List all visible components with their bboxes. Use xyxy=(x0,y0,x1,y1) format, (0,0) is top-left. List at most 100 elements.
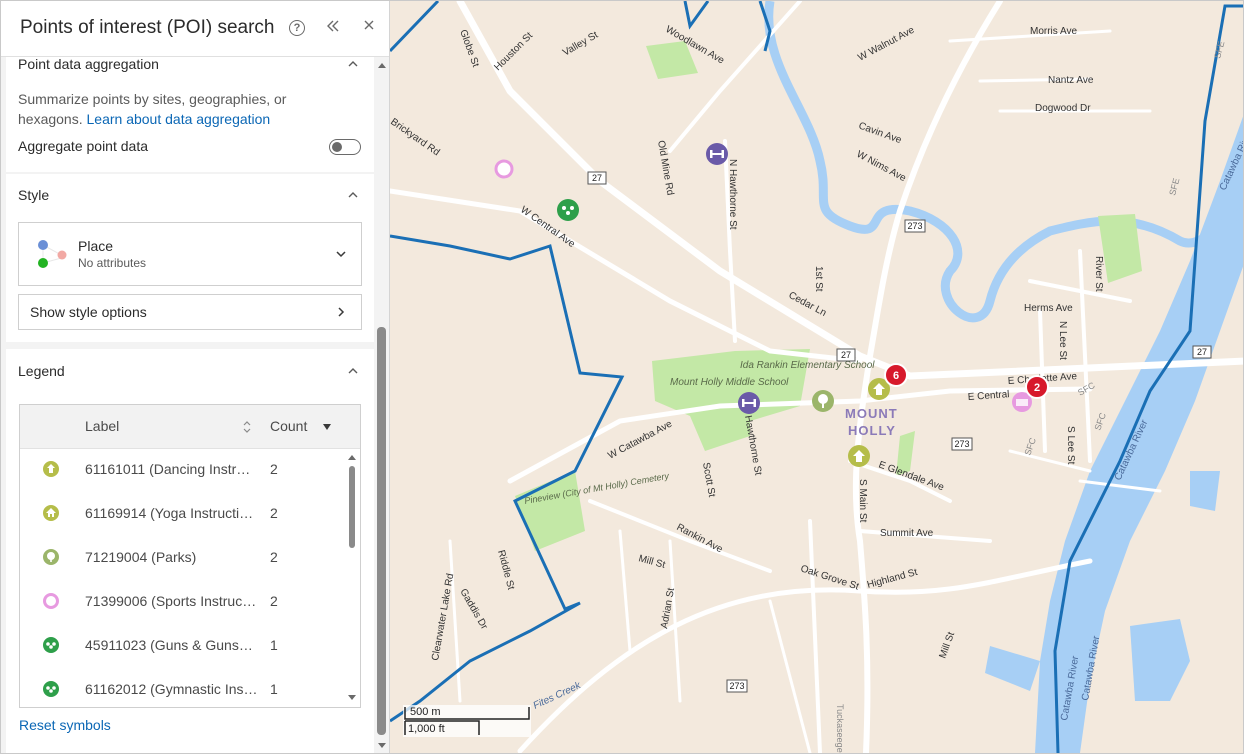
help-icon[interactable]: ? xyxy=(287,18,307,38)
tree-icon[interactable] xyxy=(812,390,834,412)
rail-label: SFC xyxy=(1092,411,1108,432)
sort-icon[interactable] xyxy=(242,420,252,434)
learn-aggregation-link[interactable]: Learn about data aggregation xyxy=(87,111,271,127)
rail-label: SFE xyxy=(1167,177,1181,197)
boundary-line xyxy=(390,234,625,723)
route-shield: 27 xyxy=(1197,347,1207,357)
scale-bar: 500 m 1,000 ft xyxy=(403,705,531,737)
basemap[interactable]: Globe St Houston St Valley St Woodlawn A… xyxy=(390,1,1244,753)
street-label: W Nims Ave xyxy=(855,149,908,184)
cluster-count: 2 xyxy=(1034,382,1040,394)
close-icon[interactable] xyxy=(359,18,379,38)
panel-title: Points of interest (POI) search xyxy=(20,17,275,38)
show-style-options-button[interactable]: Show style options xyxy=(18,294,362,330)
route-shield: 273 xyxy=(954,439,969,449)
ring-icon xyxy=(43,593,59,609)
legend-row[interactable]: 61162012 (Gymnastic Ins… 1 xyxy=(20,668,350,707)
aggregate-toggle-label: Aggregate point data xyxy=(18,138,148,154)
street-label: W Walnut Ave xyxy=(856,25,917,64)
route-shield: 27 xyxy=(841,350,851,360)
gym-icon[interactable] xyxy=(738,392,760,414)
street-label: Valley St xyxy=(561,30,600,59)
street-label: Mill St xyxy=(637,553,666,571)
street-label: Morris Ave xyxy=(1030,26,1077,37)
street-label: River St xyxy=(1093,256,1104,292)
map-view[interactable]: Globe St Houston St Valley St Woodlawn A… xyxy=(390,1,1244,753)
count-column-header[interactable]: Count xyxy=(270,418,307,434)
rail-label: SFC xyxy=(1022,436,1038,457)
style-section: Style Place No attributes Show style opt… xyxy=(6,174,374,342)
app-window: Points of interest (POI) search ? Point … xyxy=(0,0,1244,754)
place-label: Ida Rankin Elementary School xyxy=(740,360,875,371)
point-style-swatch-icon xyxy=(29,235,69,273)
ring-icon[interactable] xyxy=(494,159,514,179)
legend-scroll-thumb[interactable] xyxy=(349,466,355,548)
panel-scrollbar[interactable] xyxy=(376,57,388,753)
panel-header: Points of interest (POI) search ? xyxy=(1,1,389,57)
street-label: S Lee St xyxy=(1065,426,1076,465)
chevron-up-icon[interactable] xyxy=(347,365,359,377)
reset-symbols-link[interactable]: Reset symbols xyxy=(19,717,111,733)
dance-icon xyxy=(43,461,59,477)
legend-row-count: 2 xyxy=(270,593,278,609)
legend-row-label: 61161011 (Dancing Instr… xyxy=(85,461,251,477)
legend-row-count: 2 xyxy=(270,549,278,565)
aggregation-section-title: Point data aggregation xyxy=(18,57,159,72)
legend-row[interactable]: 61169914 (Yoga Instructi… 2 xyxy=(20,492,350,536)
town-label: HOLLY xyxy=(848,423,896,438)
street-label: Hawthorne St xyxy=(742,415,763,477)
style-subtitle: No attributes xyxy=(78,256,147,270)
legend-scrollbar[interactable] xyxy=(347,450,357,705)
panel-scroll-thumb[interactable] xyxy=(377,327,386,735)
town-label: MOUNT xyxy=(845,406,898,421)
yoga-icon xyxy=(43,505,59,521)
street-label: Nantz Ave xyxy=(1048,75,1094,86)
label-column-header[interactable]: Label xyxy=(85,418,119,434)
place-label: Mount Holly Middle School xyxy=(670,377,789,388)
style-selector[interactable]: Place No attributes xyxy=(18,222,362,286)
legend-row-label: 61162012 (Gymnastic Ins… xyxy=(85,681,258,697)
aggregation-description: Summarize points by sites, geographies, … xyxy=(18,89,318,129)
cluster-marker[interactable]: 2 xyxy=(1025,375,1049,399)
street-label: Riddle St xyxy=(495,549,516,591)
store-icon[interactable] xyxy=(557,199,579,221)
chevron-up-icon[interactable] xyxy=(347,58,359,70)
aggregate-toggle[interactable] xyxy=(329,139,361,155)
legend-row[interactable]: 45911023 (Guns & Guns… 1 xyxy=(20,624,350,668)
legend-section: Legend Label Count 61161011 (Dancing Ins… xyxy=(6,349,374,753)
lake xyxy=(1130,619,1190,701)
style-section-title: Style xyxy=(18,187,50,203)
cluster-marker[interactable]: 6 xyxy=(884,363,908,387)
scroll-down-icon[interactable] xyxy=(347,693,357,703)
street-label: Clearwater Lake Rd xyxy=(430,573,456,662)
legend-row-count: 1 xyxy=(270,681,278,697)
double-chevron-left-icon[interactable] xyxy=(323,18,343,38)
street-label: E Central xyxy=(967,389,1009,403)
legend-section-title: Legend xyxy=(18,363,65,379)
scroll-up-icon[interactable] xyxy=(347,452,357,462)
chevron-up-icon[interactable] xyxy=(347,189,359,201)
route-shield: 273 xyxy=(907,221,922,231)
tree-icon xyxy=(43,549,59,565)
creek xyxy=(764,1,1243,323)
street-label: S Main St xyxy=(857,479,868,523)
legend-row[interactable]: 61161011 (Dancing Instr… 2 xyxy=(20,448,350,492)
gym-icon[interactable] xyxy=(706,143,728,165)
street-label: Tuckaseege xyxy=(835,704,845,753)
legend-row[interactable]: 71399006 (Sports Instruc… 2 xyxy=(20,580,350,624)
gym-icon xyxy=(43,681,59,697)
yoga-icon[interactable] xyxy=(848,445,870,467)
style-name: Place xyxy=(78,238,114,254)
panel-scroll-area: Point data aggregation Summarize points … xyxy=(1,57,374,753)
route-shield: 273 xyxy=(729,681,744,691)
toggle-knob xyxy=(332,142,342,152)
street-label: Brickyard Rd xyxy=(390,116,441,158)
legend-row[interactable]: 71219004 (Parks) 2 xyxy=(20,536,350,580)
street-label: Highland St xyxy=(866,567,919,591)
sort-desc-icon[interactable] xyxy=(322,423,332,431)
scroll-up-icon[interactable] xyxy=(376,60,388,70)
street-label: 1st St xyxy=(813,266,824,292)
scroll-down-icon[interactable] xyxy=(376,741,388,751)
legend-row-label: 61169914 (Yoga Instructi… xyxy=(85,505,254,521)
street-label: Summit Ave xyxy=(880,528,934,539)
